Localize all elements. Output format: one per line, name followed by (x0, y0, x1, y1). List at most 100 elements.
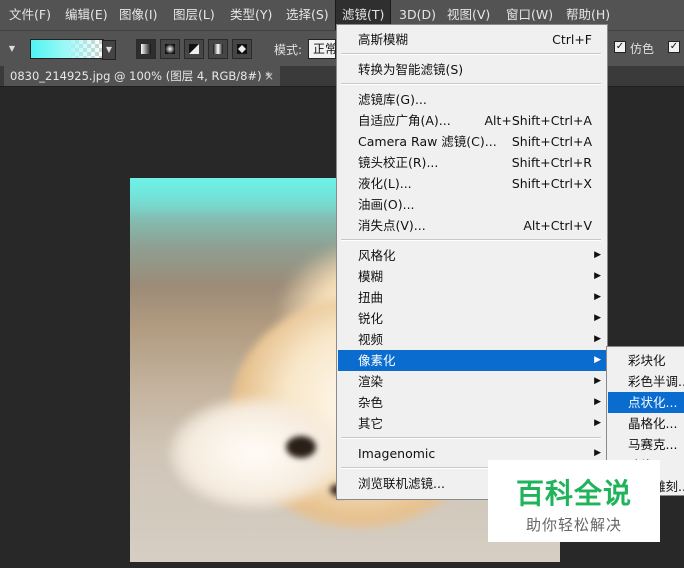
diamond-gradient-icon (237, 44, 247, 54)
menu-item-pixelate[interactable]: 像素化 ▶ (338, 350, 606, 371)
puppy-paw (170, 398, 340, 508)
linear-gradient-icon (141, 44, 151, 54)
menu-separator (341, 239, 601, 241)
submenu-arrow-icon: ▶ (594, 334, 601, 344)
menu-item-label: 液化(L)... (358, 176, 412, 191)
menu-item-filter-gallery[interactable]: 滤镜库(G)... (338, 89, 606, 110)
document-tab[interactable]: 0830_214925.jpg @ 100% (图层 4, RGB/8#) * … (4, 66, 280, 86)
menu-item-label: 高斯模糊 (358, 32, 409, 47)
submenu-item-label: 彩色半调... (628, 374, 684, 389)
submenu-arrow-icon: ▶ (594, 250, 601, 260)
menu-item-shortcut: Shift+Ctrl+X (511, 176, 592, 191)
filter-menu: 高斯模糊 Ctrl+F 转换为智能滤镜(S) 滤镜库(G)... 自适应广角(A)… (336, 24, 608, 500)
submenu-arrow-icon: ▶ (594, 418, 601, 428)
gradient-swatch[interactable] (30, 39, 104, 59)
menu-item-shortcut: Shift+Ctrl+A (511, 134, 592, 149)
watermark-logo: 百科全说 助你轻松解决 (488, 460, 660, 542)
menu-item-noise[interactable]: 杂色 ▶ (338, 392, 606, 413)
menu-file[interactable]: 文件(F) (9, 0, 51, 30)
document-tab-title: 0830_214925.jpg @ 100% (图层 4, RGB/8#) * (10, 69, 271, 83)
submenu-arrow-icon: ▶ (594, 292, 601, 302)
menu-item-convert-smart-filters[interactable]: 转换为智能滤镜(S) (338, 59, 606, 80)
transparency-checkbox[interactable]: ✓ (668, 41, 680, 53)
menu-item-blur[interactable]: 模糊 ▶ (338, 266, 606, 287)
submenu-item-mosaic[interactable]: 马赛克... (608, 434, 684, 455)
dither-checkbox[interactable]: ✓ (614, 41, 626, 53)
menu-separator (341, 53, 601, 55)
puppy-eye (286, 436, 316, 458)
menu-separator (341, 437, 601, 439)
close-tab-icon[interactable]: × (264, 66, 274, 86)
menu-item-lens-correction[interactable]: 镜头校正(R)... Shift+Ctrl+R (338, 152, 606, 173)
menu-select[interactable]: 选择(S) (286, 0, 329, 30)
menu-item-label: 渲染 (358, 374, 384, 389)
menu-item-render[interactable]: 渲染 ▶ (338, 371, 606, 392)
submenu-arrow-icon: ▶ (594, 271, 601, 281)
menu-image[interactable]: 图像(I) (119, 0, 157, 30)
menu-item-label: 模糊 (358, 269, 384, 284)
menu-item-label: Camera Raw 滤镜(C)... (358, 134, 497, 149)
menu-item-label: 镜头校正(R)... (358, 155, 439, 170)
menu-item-label: 锐化 (358, 311, 384, 326)
submenu-item-label: 彩块化 (628, 353, 666, 368)
radial-gradient-button[interactable] (160, 39, 180, 59)
submenu-arrow-icon: ▶ (594, 355, 601, 365)
angle-gradient-button[interactable] (184, 39, 204, 59)
watermark-subtitle: 助你轻松解决 (525, 516, 622, 534)
menu-item-camera-raw[interactable]: Camera Raw 滤镜(C)... Shift+Ctrl+A (338, 131, 606, 152)
linear-gradient-button[interactable] (136, 39, 156, 59)
menu-item-shortcut: Shift+Ctrl+R (511, 155, 592, 170)
menu-item-sharpen[interactable]: 锐化 ▶ (338, 308, 606, 329)
menu-item-distort[interactable]: 扭曲 ▶ (338, 287, 606, 308)
menu-item-label: 滤镜库(G)... (358, 92, 427, 107)
reflected-gradient-button[interactable] (208, 39, 228, 59)
submenu-arrow-icon: ▶ (594, 313, 601, 323)
menu-item-label: 像素化 (358, 353, 396, 368)
mode-select[interactable]: 正常 (308, 39, 336, 59)
menu-item-video[interactable]: 视频 ▶ (338, 329, 606, 350)
submenu-item-label: 点状化... (628, 395, 678, 410)
gradient-dropdown-icon[interactable]: ▼ (102, 40, 116, 60)
tool-preset-arrow-icon[interactable]: ▼ (6, 40, 18, 58)
menu-item-label: 风格化 (358, 248, 396, 263)
submenu-item-pointillize[interactable]: 点状化... (608, 392, 684, 413)
submenu-item-color-halftone[interactable]: 彩色半调... (608, 371, 684, 392)
submenu-arrow-icon: ▶ (594, 376, 601, 386)
angle-gradient-icon (189, 44, 199, 54)
menu-item-label: Imagenomic (358, 446, 436, 461)
mode-label: 模式: (274, 43, 303, 57)
menu-item-label: 扭曲 (358, 290, 384, 305)
menu-item-shortcut: Alt+Shift+Ctrl+A (484, 113, 592, 128)
menu-item-label: 浏览联机滤镜... (358, 476, 445, 491)
submenu-item-label: 晶格化... (628, 416, 678, 431)
menu-item-label: 其它 (358, 416, 384, 431)
menu-edit[interactable]: 编辑(E) (65, 0, 108, 30)
menu-item-vanishing-point[interactable]: 消失点(V)... Alt+Ctrl+V (338, 215, 606, 236)
reflected-gradient-icon (213, 44, 223, 54)
watermark-title: 百科全说 (515, 477, 632, 510)
menu-item-gaussian-blur[interactable]: 高斯模糊 Ctrl+F (338, 29, 606, 50)
menu-item-label: 视频 (358, 332, 384, 347)
menu-item-shortcut: Alt+Ctrl+V (523, 218, 592, 233)
menu-separator (341, 83, 601, 85)
menu-item-other[interactable]: 其它 ▶ (338, 413, 606, 434)
menu-item-adaptive-wide-angle[interactable]: 自适应广角(A)... Alt+Shift+Ctrl+A (338, 110, 606, 131)
menu-item-label: 油画(O)... (358, 197, 415, 212)
dither-label: 仿色 (630, 42, 655, 56)
menu-layer[interactable]: 图层(L) (173, 0, 215, 30)
submenu-arrow-icon: ▶ (594, 397, 601, 407)
radial-gradient-icon (165, 44, 175, 54)
menu-item-stylize[interactable]: 风格化 ▶ (338, 245, 606, 266)
submenu-item-crystallize[interactable]: 晶格化... (608, 413, 684, 434)
menu-item-label: 杂色 (358, 395, 384, 410)
menu-item-shortcut: Ctrl+F (552, 32, 592, 47)
submenu-item-facet[interactable]: 彩块化 (608, 350, 684, 371)
menu-item-label: 消失点(V)... (358, 218, 426, 233)
diamond-gradient-button[interactable] (232, 39, 252, 59)
menu-item-label: 转换为智能滤镜(S) (358, 62, 464, 77)
submenu-item-label: 马赛克... (628, 437, 678, 452)
menu-item-liquify[interactable]: 液化(L)... Shift+Ctrl+X (338, 173, 606, 194)
menu-item-label: 自适应广角(A)... (358, 113, 451, 128)
menu-item-oil-paint[interactable]: 油画(O)... (338, 194, 606, 215)
menu-type[interactable]: 类型(Y) (230, 0, 272, 30)
